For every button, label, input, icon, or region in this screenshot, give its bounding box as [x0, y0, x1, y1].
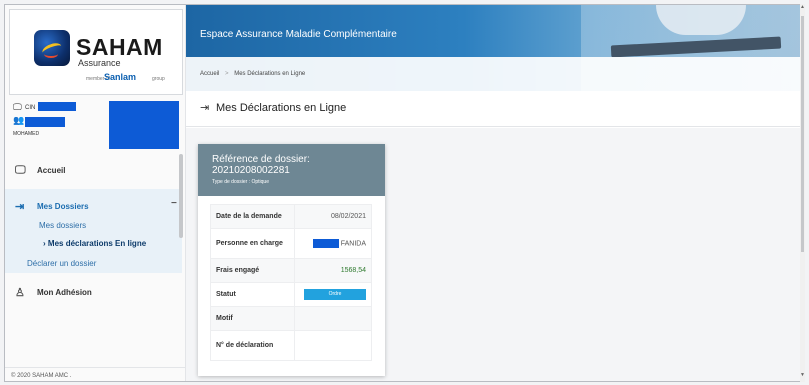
user-name: MOHAMED	[13, 131, 40, 137]
logo-name: SAHAM	[76, 34, 163, 60]
app-window: SAHAM Assurance member of Sanlam group 🖵…	[4, 4, 805, 382]
redacted-cin	[38, 102, 76, 111]
card-header: Référence de dossier: 20210208002281 Typ…	[198, 144, 385, 196]
nav-item-accueil[interactable]: 🖵 Accueil	[5, 153, 185, 187]
breadcrumb-home[interactable]: Accueil	[200, 71, 219, 77]
header-banner: Espace Assurance Maladie Complémentaire …	[186, 5, 804, 91]
nav-label-accueil: Accueil	[37, 166, 66, 175]
logo-group-text: group	[152, 76, 165, 82]
table-row: Date de la demande 08/02/2021	[210, 204, 372, 229]
saham-logo-mark-icon	[34, 30, 70, 66]
table-row: Personne en charge FANIDA	[210, 228, 372, 259]
redacted-person	[312, 239, 339, 248]
person-cell: FANIDA	[294, 228, 372, 259]
card-prefix: CIN	[25, 105, 36, 111]
user-profile: 🖵 CIN 👥 MOHAMED	[5, 97, 185, 153]
page-title: Mes Déclarations en Ligne	[216, 102, 347, 114]
date-label: Date de la demande	[210, 204, 295, 229]
scroll-up-icon[interactable]: ▲	[800, 4, 805, 10]
person-label: Personne en charge	[210, 228, 295, 259]
minus-icon[interactable]: −	[171, 198, 177, 209]
main-content: Référence de dossier: 20210208002281 Typ…	[186, 128, 804, 381]
motif-value	[294, 306, 372, 331]
chevron-right-icon: ›	[43, 239, 46, 248]
card-type: Type de dossier : Optique	[212, 179, 269, 185]
folder-login-icon: ⇥	[15, 201, 25, 213]
logo[interactable]: SAHAM Assurance member of Sanlam group	[9, 9, 183, 95]
card-ref-label: Référence de dossier:	[212, 154, 310, 165]
nav-item-adhesion[interactable]: ♙ Mon Adhésion	[5, 275, 185, 309]
breadcrumb-current: Mes Déclarations en Ligne	[234, 71, 306, 77]
banner-title: Espace Assurance Maladie Complémentaire	[200, 29, 397, 40]
logo-subtitle: Assurance	[78, 58, 121, 68]
logo-group-brand: Sanlam	[104, 72, 137, 82]
date-value: 08/02/2021	[294, 204, 372, 229]
id-card-icon: 🖵	[13, 102, 22, 112]
table-row: Frais engagé 1568,54	[210, 258, 372, 283]
status-badge: Ordre	[304, 289, 366, 300]
user-icon: ♙	[15, 287, 25, 299]
sub-item-declarer-dossier[interactable]: Déclarer un dossier	[27, 259, 96, 268]
status-cell: Ordre	[294, 282, 372, 307]
scrollbar-thumb[interactable]	[801, 16, 804, 252]
motif-label: Motif	[210, 306, 295, 331]
card-ref-number: 20210208002281	[212, 165, 290, 176]
page-scrollbar[interactable]: ▲ ▼	[800, 4, 805, 382]
footer: © 2020 SAHAM AMC .	[5, 367, 185, 381]
nav-item-mes-dossiers[interactable]: ⇥ Mes Dossiers −	[5, 189, 182, 223]
sidebar: SAHAM Assurance member of Sanlam group 🖵…	[5, 5, 186, 381]
sidebar-scrollbar[interactable]	[179, 154, 183, 238]
page-header: ⇥ Mes Déclarations en Ligne	[186, 91, 804, 127]
scroll-down-icon[interactable]: ▼	[800, 372, 805, 378]
table-row: Statut Ordre	[210, 282, 372, 307]
nav-group-dossiers: ⇥ Mes Dossiers − Mes dossiers › Mes décl…	[5, 189, 182, 273]
sub-item-mes-dossiers[interactable]: Mes dossiers	[39, 221, 86, 230]
status-label: Statut	[210, 282, 295, 307]
declaration-card[interactable]: Référence de dossier: 20210208002281 Typ…	[198, 144, 385, 376]
person-value: FANIDA	[340, 240, 366, 248]
redacted-name	[25, 117, 65, 127]
monitor-icon: 🖵	[15, 164, 26, 176]
table-row: Motif	[210, 306, 372, 331]
breadcrumb-separator: >	[225, 71, 229, 77]
folder-login-icon: ⇥	[200, 102, 210, 114]
decl-number-value	[294, 330, 372, 361]
table-row: N° de déclaration	[210, 330, 372, 361]
fees-label: Frais engagé	[210, 258, 295, 283]
users-icon: 👥	[13, 115, 25, 125]
sub-item-mes-declarations-label: Mes déclarations En ligne	[47, 239, 147, 248]
nav-label-mes-dossiers: Mes Dossiers	[37, 202, 89, 211]
fees-value: 1568,54	[294, 258, 372, 283]
sub-item-mes-declarations[interactable]: › Mes déclarations En ligne	[43, 239, 146, 248]
nav-label-adhesion: Mon Adhésion	[37, 288, 92, 297]
redacted-photo	[109, 101, 179, 149]
decl-number-label: N° de déclaration	[210, 330, 295, 361]
breadcrumb: Accueil > Mes Déclarations en Ligne	[200, 71, 305, 77]
declaration-details-table: Date de la demande 08/02/2021 Personne e…	[210, 204, 372, 361]
